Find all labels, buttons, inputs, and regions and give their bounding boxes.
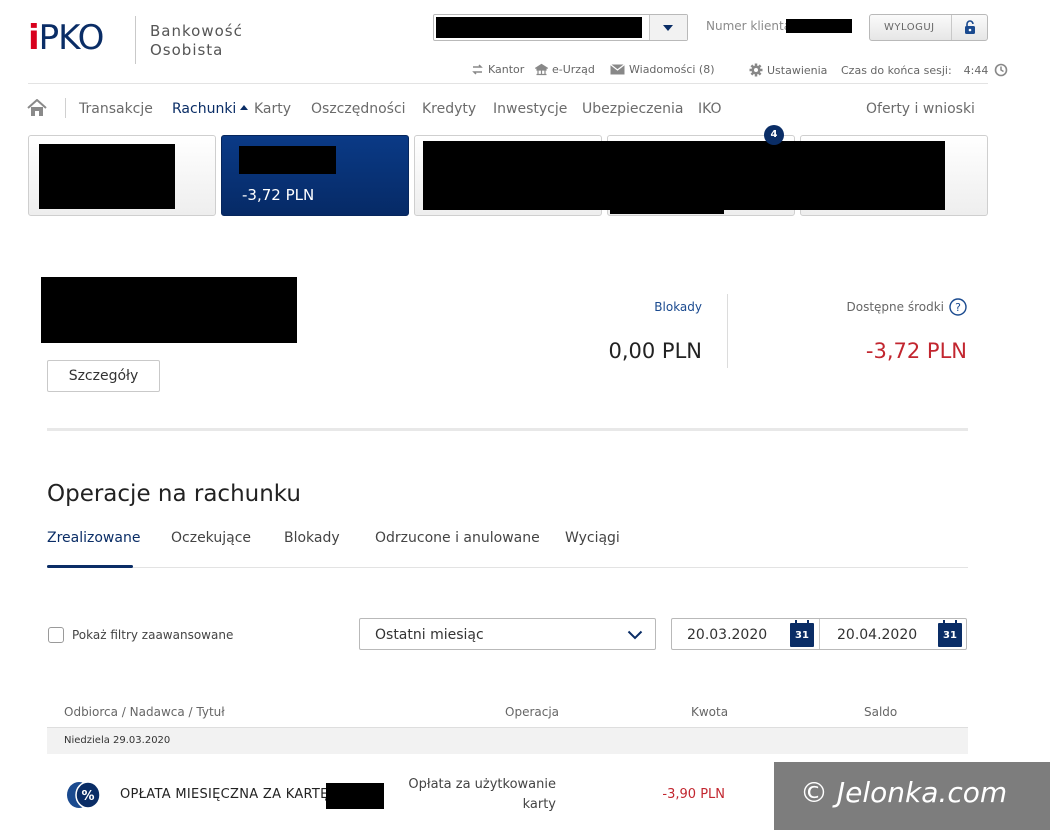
redacted-account-info <box>39 144 175 209</box>
logout-label: WYLOGUJ <box>884 22 935 33</box>
redacted-card-number <box>326 783 384 809</box>
session-time: 4:44 <box>963 63 989 77</box>
pko-logo[interactable]: iPKO <box>28 18 105 58</box>
column-header-party: Odbiorca / Nadawca / Tytuł <box>64 705 225 719</box>
tab-wyciagi[interactable]: Wyciągi <box>565 530 620 546</box>
column-header-balance: Saldo <box>864 705 898 719</box>
column-header-operation: Operacja <box>505 705 560 719</box>
nav-ubezpieczenia[interactable]: Ubezpieczenia <box>582 101 684 117</box>
percent-fee-icon: % <box>66 780 102 814</box>
advanced-filters-checkbox[interactable] <box>48 627 64 643</box>
operation-line-2: karty <box>522 797 556 812</box>
nav-offers[interactable]: Oferty i wnioski <box>866 101 975 117</box>
transaction-operation: Opłata za użytkowanie karty <box>380 775 556 815</box>
exchange-icon <box>472 64 483 75</box>
column-header-amount: Kwota <box>691 705 729 719</box>
help-icon[interactable]: ? <box>949 298 967 320</box>
caret-up-icon <box>240 105 249 110</box>
operation-line-1: Opłata za użytkowanie <box>408 777 556 792</box>
session-label: Czas do końca sesji: <box>841 63 952 77</box>
nav-rachunki[interactable]: Rachunki <box>172 101 249 117</box>
account-tile-active[interactable]: -3,72 PLN <box>221 135 409 216</box>
chevron-down-icon[interactable] <box>649 15 687 40</box>
transaction-title[interactable]: OPŁATA MIESIĘCZNA ZA KARTĘ <box>120 787 329 802</box>
nav-kredyty[interactable]: Kredyty <box>422 101 476 117</box>
nav-iko[interactable]: IKO <box>698 101 722 117</box>
operations-title: Operacje na rachunku <box>47 481 301 507</box>
tab-oczekujace[interactable]: Oczekujące <box>171 530 251 546</box>
calendar-icon[interactable]: 31 <box>938 620 962 647</box>
redacted-accounts <box>423 141 945 210</box>
account-tile[interactable] <box>28 135 216 216</box>
tab-odrzucone[interactable]: Odrzucone i anulowane <box>375 530 540 546</box>
date-from-input[interactable]: 20.03.2020 <box>687 627 767 643</box>
period-value: Ostatni miesiąc <box>375 627 484 643</box>
day-group-date: Niedziela 29.03.2020 <box>64 735 171 746</box>
client-number-label: Numer klienta <box>706 19 792 33</box>
kantor-link[interactable]: Kantor <box>471 63 524 76</box>
active-tab-indicator <box>47 565 133 568</box>
messages-link[interactable]: Wiadomości (8) <box>610 63 715 76</box>
tab-zrealizowane[interactable]: Zrealizowane <box>47 530 140 546</box>
redacted-client-number <box>786 19 852 33</box>
day-group-header: Niedziela 29.03.2020 <box>47 728 968 754</box>
kantor-label: Kantor <box>488 63 525 76</box>
brand-line-1: Bankowość <box>150 22 243 40</box>
transaction-amount: -3,90 PLN <box>662 787 725 802</box>
date-range[interactable]: 20.03.2020 31 20.04.2020 31 <box>671 618 967 650</box>
logout-button[interactable]: WYLOGUJ <box>869 14 988 41</box>
settings-label: Ustawienia <box>767 63 828 77</box>
refresh-clock-icon[interactable] <box>994 63 1008 77</box>
logo-i: i <box>28 18 40 58</box>
settings-link[interactable]: Ustawienia <box>749 63 827 77</box>
account-selector[interactable] <box>433 14 688 41</box>
redacted-accounts <box>610 205 724 214</box>
session-timer: Czas do końca sesji: 4:44 <box>841 63 1008 77</box>
lock-icon <box>951 15 987 40</box>
redacted-account <box>436 17 642 38</box>
svg-text:?: ? <box>955 301 961 314</box>
advanced-filters-label[interactable]: Pokaż filtry zaawansowane <box>72 628 233 642</box>
home-icon[interactable] <box>27 98 47 121</box>
envelope-icon <box>610 64 625 75</box>
svg-text:%: % <box>81 789 94 804</box>
redacted-account-name <box>41 277 297 343</box>
eurzad-label: e-Urząd <box>552 63 595 76</box>
blocks-label[interactable]: Blokady <box>600 300 702 314</box>
messages-label: Wiadomości (8) <box>629 63 715 76</box>
logo-divider <box>135 16 136 64</box>
date-to-input[interactable]: 20.04.2020 <box>837 627 917 643</box>
details-button[interactable]: Szczegóły <box>47 360 160 392</box>
brand-line-2: Osobista <box>150 41 224 59</box>
nav-divider <box>65 98 66 118</box>
bank-icon <box>535 63 548 76</box>
eurzad-link[interactable]: e-Urząd <box>535 63 595 76</box>
date-divider <box>819 619 820 649</box>
watermark-text: © Jelonka.com <box>800 776 1008 809</box>
nav-oszczednosci[interactable]: Oszczędności <box>311 101 406 117</box>
brand-name: Bankowość Osobista <box>150 22 243 60</box>
nav-transakcje[interactable]: Transakcje <box>79 101 153 117</box>
summary-divider-line <box>47 428 968 431</box>
nav-karty[interactable]: Karty <box>254 101 291 117</box>
redacted-account-info <box>239 146 336 174</box>
period-select[interactable]: Ostatni miesiąc <box>359 618 656 650</box>
available-funds-label: Dostępne środki <box>846 300 944 314</box>
chevron-down-icon <box>627 630 643 640</box>
calendar-icon[interactable]: 31 <box>790 620 814 647</box>
nav-rachunki-label: Rachunki <box>172 101 237 117</box>
nav-inwestycje[interactable]: Inwestycje <box>493 101 567 117</box>
header-divider <box>28 83 988 84</box>
gear-icon <box>749 63 763 77</box>
logo-text: PKO <box>38 18 105 58</box>
tabs-divider <box>47 567 968 568</box>
summary-divider <box>727 294 728 368</box>
account-balance: -3,72 PLN <box>242 186 315 204</box>
available-funds-value: -3,72 PLN <box>865 339 967 363</box>
blocks-value: 0,00 PLN <box>608 339 702 363</box>
notification-badge: 4 <box>764 125 784 145</box>
watermark: © Jelonka.com <box>774 762 1050 830</box>
tab-blokady[interactable]: Blokady <box>284 530 340 546</box>
